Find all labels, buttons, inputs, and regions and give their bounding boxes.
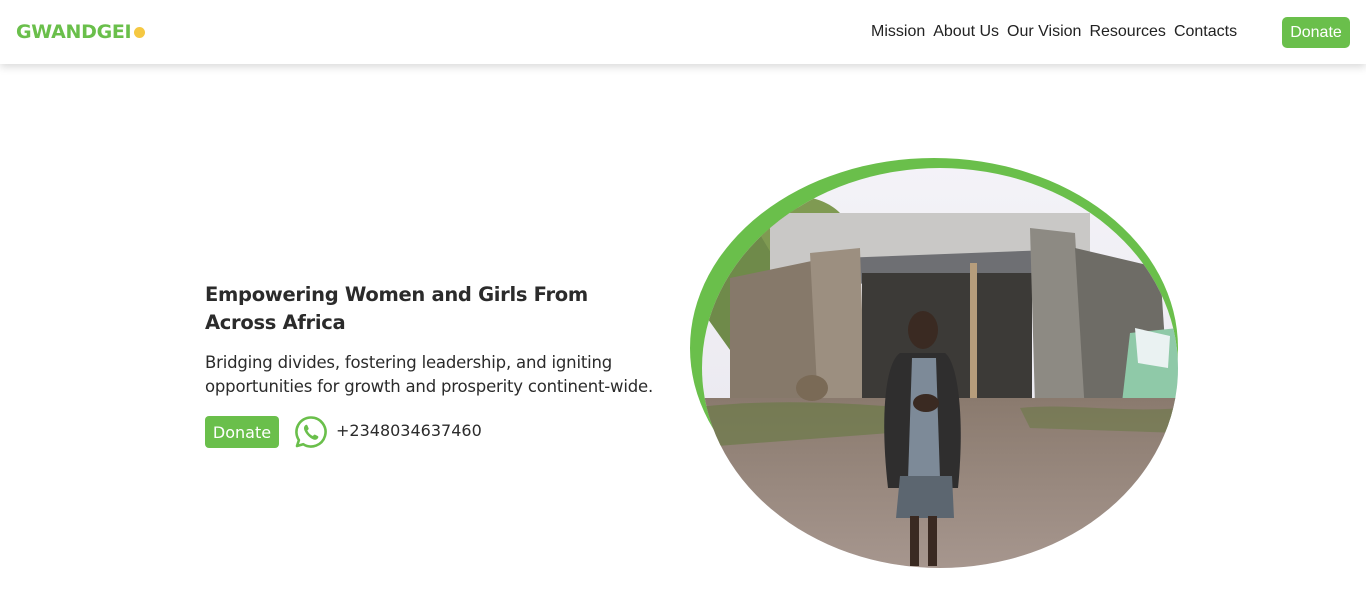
hero-title: Empowering Women and Girls From Across A… — [205, 283, 588, 334]
header-donate-button[interactable]: Donate — [1282, 17, 1350, 48]
site-header: GWANDGEI Mission About Us Our Vision Res… — [0, 0, 1366, 64]
main-nav: Mission About Us Our Vision Resources Co… — [871, 23, 1237, 41]
hero-subtitle: Bridging divides, fostering leadership, … — [205, 353, 653, 396]
nav-link-contacts[interactable]: Contacts — [1174, 23, 1237, 41]
nav-link-resources[interactable]: Resources — [1089, 23, 1165, 41]
whatsapp-icon[interactable] — [294, 415, 328, 449]
phone-number[interactable]: +2348034637460 — [336, 421, 482, 440]
nav-link-about-us[interactable]: About Us — [933, 23, 999, 41]
nav-link-our-vision[interactable]: Our Vision — [1007, 23, 1081, 41]
logo[interactable]: GWANDGEI — [16, 21, 146, 43]
hero-photo — [690, 158, 1178, 568]
hero-donate-button[interactable]: Donate — [205, 416, 279, 448]
logo-text[interactable]: GWANDGEI — [16, 21, 132, 43]
nav-link-mission[interactable]: Mission — [871, 23, 925, 41]
logo-dot-icon — [134, 27, 146, 38]
